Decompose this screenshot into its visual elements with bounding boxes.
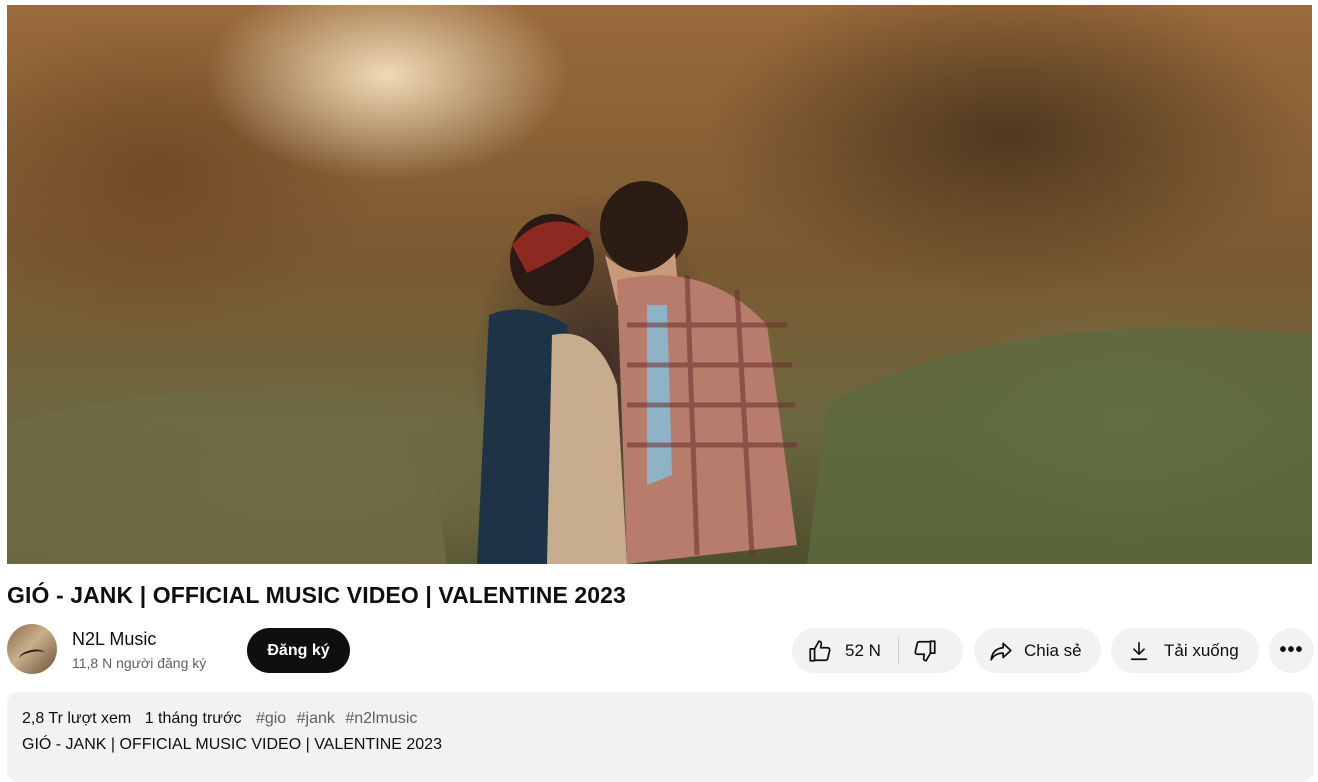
description-box[interactable]: 2,8 Tr lượt xem 1 tháng trước #gio #jank… (7, 692, 1314, 782)
video-player[interactable] (7, 5, 1312, 564)
hashtag[interactable]: #gio (256, 710, 286, 727)
video-frame-figures (7, 181, 1312, 564)
subscribe-button[interactable]: Đăng ký (247, 628, 350, 673)
hashtag[interactable]: #n2lmusic (345, 710, 417, 727)
thumbs-down-icon (914, 639, 936, 662)
channel-avatar[interactable] (7, 624, 57, 674)
video-title: GIÓ - JANK | OFFICIAL MUSIC VIDEO | VALE… (7, 582, 626, 608)
like-button[interactable]: 52 N (792, 628, 881, 673)
like-divider (898, 637, 899, 664)
like-dislike-group: 52 N (792, 628, 963, 673)
upload-date: 1 tháng trước (144, 710, 242, 727)
channel-name[interactable]: N2L Music (72, 629, 156, 650)
share-button[interactable]: Chia sẻ (974, 628, 1101, 673)
subscriber-count: 11,8 N người đăng ký (72, 655, 207, 671)
more-horizontal-icon: ••• (1279, 639, 1304, 661)
video-meta: 2,8 Tr lượt xem 1 tháng trước #gio #jank… (22, 710, 417, 728)
share-label: Chia sẻ (1024, 640, 1082, 660)
download-icon (1130, 641, 1148, 660)
dislike-button[interactable] (912, 628, 950, 673)
share-arrow-icon (990, 642, 1012, 661)
description-text: GIÓ - JANK | OFFICIAL MUSIC VIDEO | VALE… (22, 736, 442, 753)
hashtag[interactable]: #jank (297, 710, 335, 727)
download-button[interactable]: Tải xuống (1111, 628, 1259, 673)
thumbs-up-icon (809, 639, 831, 662)
view-count: 2,8 Tr lượt xem (22, 710, 132, 727)
like-count: 52 N (845, 640, 881, 660)
more-actions-button[interactable]: ••• (1269, 628, 1314, 673)
download-label: Tải xuống (1164, 640, 1239, 660)
